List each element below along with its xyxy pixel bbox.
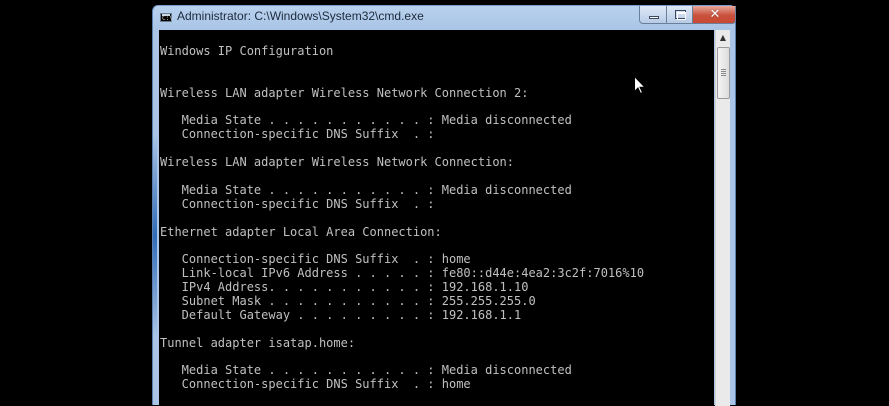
- console-line: Link-local IPv6 Address . . . . . : fe80…: [160, 266, 645, 281]
- console-line: Media State . . . . . . . . . . . : Medi…: [160, 182, 572, 197]
- window-title: Administrator: C:\Windows\System32\cmd.e…: [177, 9, 424, 23]
- cmd-window: C:\ Administrator: C:\Windows\System32\c…: [152, 5, 736, 406]
- console-line: Connection-specific DNS Suffix . : home: [160, 252, 471, 267]
- maximize-button[interactable]: [666, 6, 693, 24]
- close-icon: ✕: [709, 7, 721, 22]
- console-line: Media State . . . . . . . . . . . : Medi…: [160, 363, 572, 378]
- console-line: Connection-specific DNS Suffix . : home: [160, 377, 471, 392]
- console-line: Connection-specific DNS Suffix . :: [160, 196, 435, 211]
- console-line: Tunnel adapter isatap.home:: [160, 335, 356, 350]
- console-line: Default Gateway . . . . . . . . . : 192.…: [160, 307, 522, 322]
- console-output[interactable]: Windows IP Configuration Wireless LAN ada…: [159, 30, 714, 406]
- mouse-pointer-icon: [634, 75, 646, 95]
- console-line: Windows IP Configuration: [160, 44, 334, 58]
- console-lines: Windows IP Configuration Wireless LAN ada…: [160, 44, 644, 391]
- minimize-icon: [649, 16, 659, 19]
- scroll-thumb[interactable]: [717, 47, 730, 99]
- minimize-button[interactable]: [639, 6, 667, 24]
- close-button[interactable]: ✕: [692, 6, 736, 24]
- console-line: Media State . . . . . . . . . . . : Medi…: [160, 113, 572, 128]
- cmd-icon[interactable]: C:\: [160, 13, 173, 22]
- console-line: IPv4 Address. . . . . . . . . . . : 192.…: [160, 280, 529, 295]
- console-line: Connection-specific DNS Suffix . :: [160, 127, 435, 142]
- console-line: Ethernet adapter Local Area Connection:: [160, 224, 442, 239]
- vertical-scrollbar[interactable]: ▲: [715, 30, 730, 406]
- console-line: Subnet Mask . . . . . . . . . . . : 255.…: [160, 294, 536, 309]
- console-line: Wireless LAN adapter Wireless Network Co…: [160, 155, 515, 170]
- maximize-icon: [675, 10, 686, 20]
- console-line: Wireless LAN adapter Wireless Network Co…: [160, 85, 529, 100]
- scroll-up-arrow-icon[interactable]: ▲: [716, 30, 730, 46]
- title-bar[interactable]: C:\ Administrator: C:\Windows\System32\c…: [153, 6, 736, 30]
